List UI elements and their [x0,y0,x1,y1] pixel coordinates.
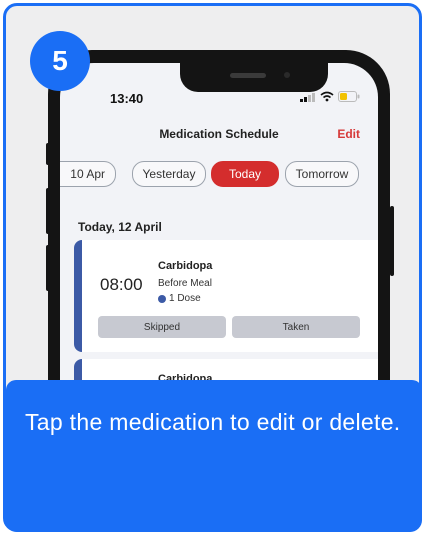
phone-notch [180,63,328,92]
phone-volume-up [46,188,50,234]
battery-icon [338,91,360,102]
step-badge: 5 [30,31,90,91]
edit-button[interactable]: Edit [337,127,360,141]
date-chip-10-apr[interactable]: 10 Apr [60,161,116,187]
date-chip-tomorrow[interactable]: Tomorrow [285,161,359,187]
taken-button[interactable]: Taken [232,316,360,338]
screen-title: Medication Schedule [159,127,279,141]
signal-icon [300,92,315,102]
phone-side-button [46,143,50,165]
phone-volume-down [46,245,50,291]
medication-time: 08:00 [100,275,143,294]
instruction-text: Tap the medication to edit or delete. [25,409,401,435]
medication-accent-bar [74,240,82,352]
wifi-icon [320,91,334,102]
status-time: 13:40 [110,91,144,106]
medication-name: Carbidopa [158,260,213,272]
medication-dose: 1 Dose [158,293,201,304]
date-heading: Today, 12 April [78,220,162,234]
medication-timing: Before Meal [158,278,212,289]
dose-dot-icon [158,294,166,303]
front-camera [284,72,290,78]
phone-power-button [390,206,394,276]
status-icons [300,91,360,102]
medication-card[interactable]: 08:00 Carbidopa Before Meal 1 Dose Skipp… [74,240,378,352]
skipped-button[interactable]: Skipped [98,316,226,338]
instruction-overlay: Tap the medication to edit or delete. [6,380,422,532]
speaker-grille [230,73,266,78]
date-chip-yesterday[interactable]: Yesterday [132,161,206,187]
date-chip-today[interactable]: Today [211,161,279,187]
dose-label: 1 Dose [169,293,201,304]
